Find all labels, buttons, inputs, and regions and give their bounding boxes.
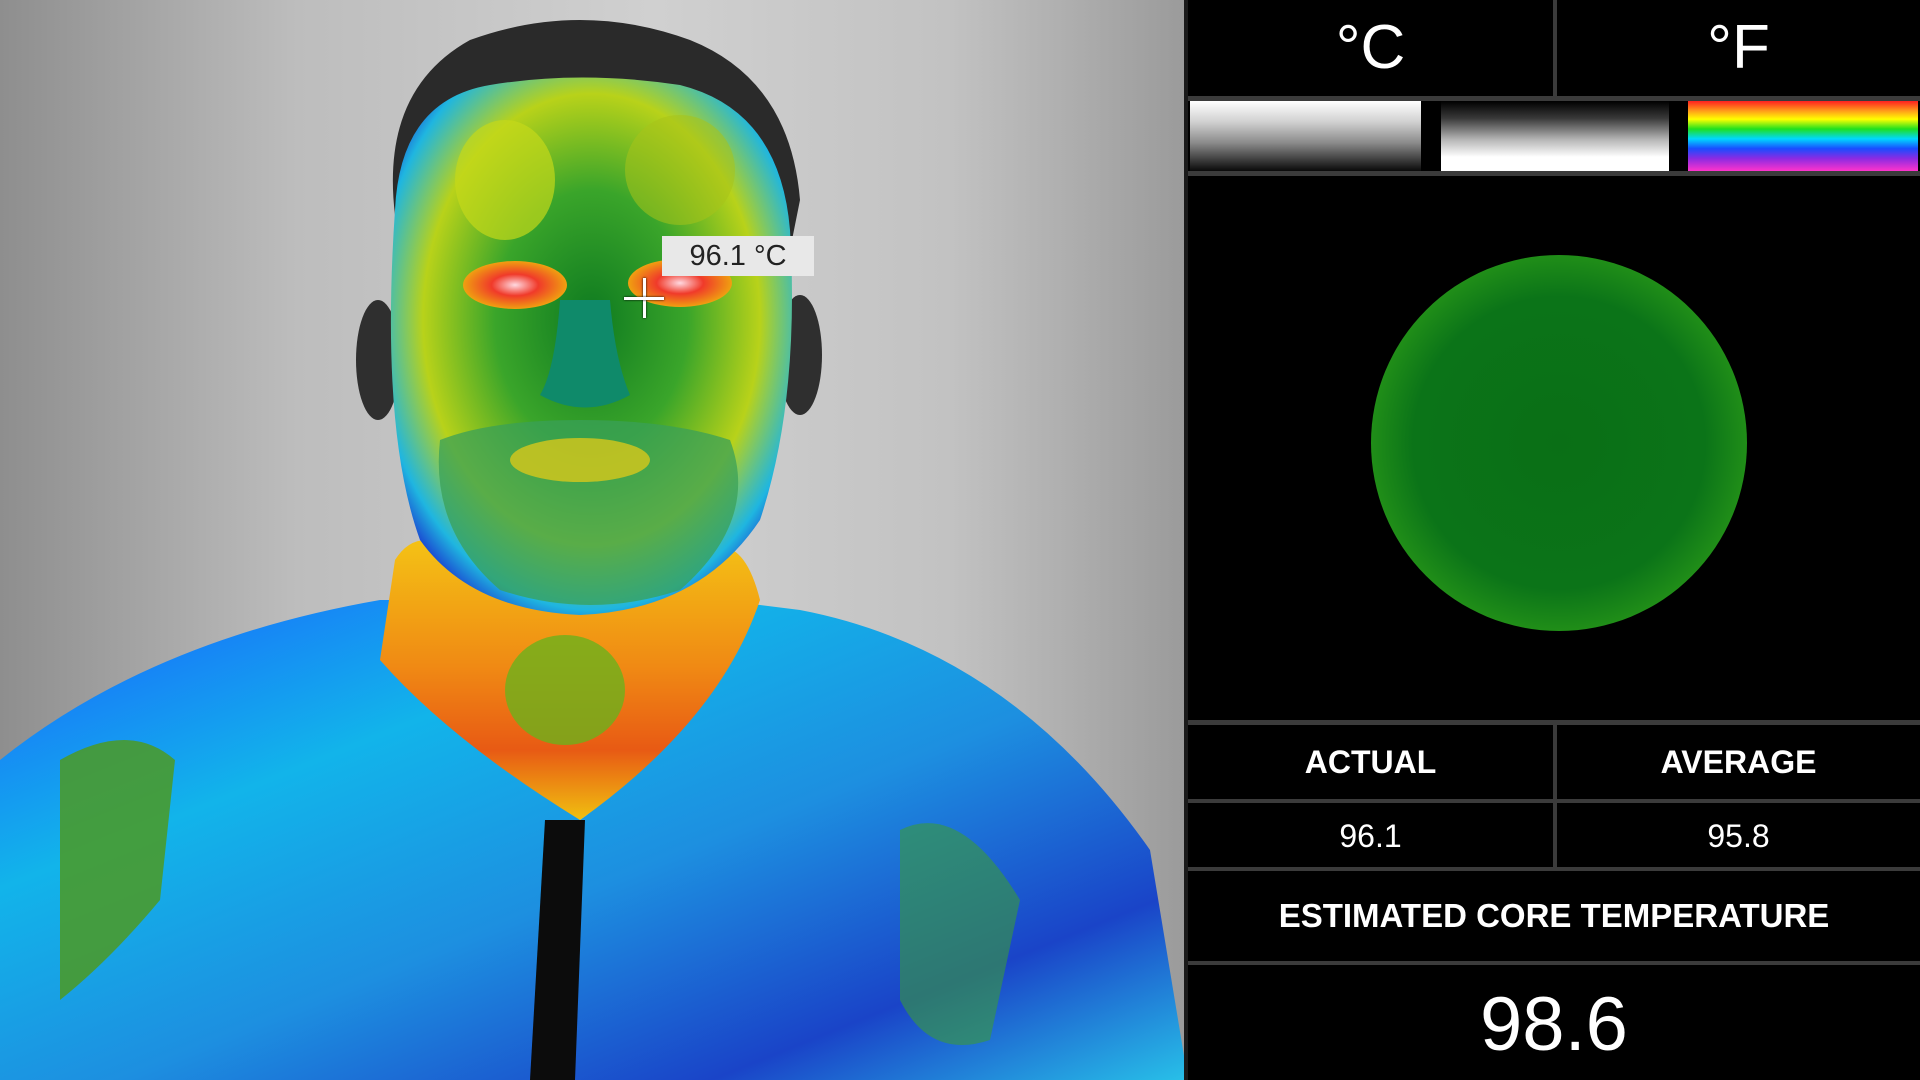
thermal-image [0, 20, 1188, 1080]
core-temperature-value: 98.6 [1480, 982, 1628, 1067]
side-panel: °C °F ACTUAL AVERAGE 96.1 95.8 ESTIMATED… [1188, 0, 1920, 1080]
thermal-screening-screen: 96.1 °C °C °F ACTUAL AVERAGE 96.1 95.8 E… [0, 0, 1920, 1080]
temperature-readout-label: 96.1 °C [662, 236, 814, 276]
average-header: AVERAGE [1660, 744, 1817, 780]
thermal-camera-view: 96.1 °C [0, 0, 1188, 1080]
black-hot-palette-icon[interactable] [1441, 101, 1669, 171]
core-temperature-label: ESTIMATED CORE TEMPERATURE [1278, 897, 1830, 934]
status-indicator-area [1188, 175, 1920, 720]
fahrenheit-button[interactable]: °F [1557, 0, 1920, 96]
actual-value: 96.1 [1339, 818, 1402, 854]
status-indicator-circle [1371, 255, 1747, 631]
actual-header: ACTUAL [1304, 744, 1437, 780]
crosshair-icon [624, 278, 664, 318]
white-hot-palette-icon[interactable] [1190, 101, 1421, 171]
panel-separator [1184, 0, 1188, 1080]
celsius-button[interactable]: °C [1188, 0, 1553, 96]
average-value: 95.8 [1707, 818, 1770, 854]
rainbow-palette-icon[interactable] [1688, 101, 1918, 171]
